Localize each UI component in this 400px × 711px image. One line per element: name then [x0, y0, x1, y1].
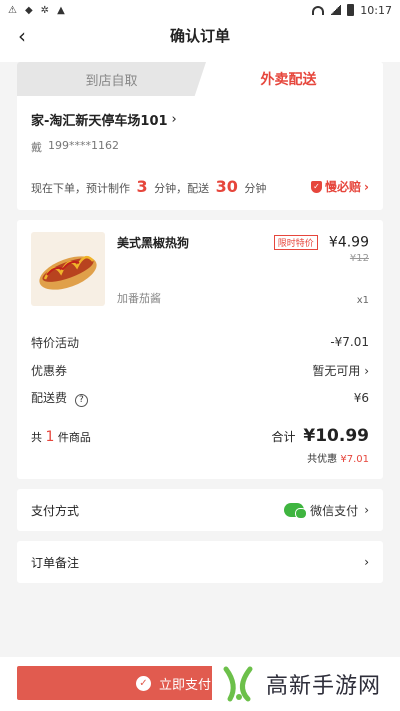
bottom-bar: ✓ 立即支付 高新手游网	[0, 657, 400, 711]
fee-row-coupon[interactable]: 优惠券 暂无可用 ›	[17, 356, 383, 384]
make-minutes: 3	[136, 177, 148, 196]
fee-value: ¥6	[353, 391, 369, 405]
signal-icon	[330, 5, 342, 15]
contact-phone: 199****1162	[48, 139, 119, 152]
contact-name: 戴	[31, 141, 42, 154]
chevron-right-icon: ›	[364, 179, 369, 194]
item-price: ¥4.99	[328, 234, 369, 251]
nav-bar: ‹ 确认订单	[0, 20, 400, 50]
fee-label: 优惠券	[31, 363, 68, 378]
back-arrow-icon[interactable]: ‹	[18, 24, 26, 48]
battery-icon	[347, 4, 355, 16]
order-item: 美式黑椒热狗 限时特价 ¥4.99 ¥12 加番茄酱 x1	[17, 220, 383, 318]
watermark-logo-icon	[223, 666, 253, 702]
chevron-right-icon: ›	[364, 555, 369, 569]
late-compensation-link[interactable]: ✓ 慢必赔 ›	[311, 178, 369, 195]
fee-value: -¥7.01	[330, 335, 369, 349]
settings-notification-icon: ✲	[40, 4, 50, 16]
late-label: 慢必赔	[325, 180, 362, 194]
wechat-pay-icon	[284, 503, 308, 519]
timing-unit-1: 分钟，配送	[154, 182, 210, 195]
delivery-timing: 现在下单，预计制作 3 分钟，配送 30 分钟 ✓ 慢必赔 ›	[17, 165, 383, 210]
note-label: 订单备注	[31, 555, 80, 570]
fee-row-discount: 特价活动 -¥7.01	[17, 328, 383, 356]
count-suffix: 件商品	[57, 431, 91, 444]
notification-icons: ⚠ ◆ ✲ ▲	[8, 5, 65, 16]
payment-method: 微信支付	[310, 503, 359, 518]
fee-label: 特价活动	[31, 335, 80, 350]
total-label: 合计	[271, 430, 296, 444]
delivery-mode-tabs: 到店自取 外卖配送	[17, 62, 383, 96]
delivery-card: 到店自取 外卖配送 家-淘汇新天停车场101 › 戴 199****1162 现…	[17, 62, 383, 210]
status-bar: ⚠ ◆ ✲ ▲ 10:17	[0, 0, 400, 20]
item-quantity: x1	[356, 295, 369, 306]
pay-label: 立即支付	[158, 677, 211, 693]
fee-row-delivery: 配送费 ? ¥6	[17, 384, 383, 412]
timing-prefix: 现在下单，预计制作	[31, 182, 130, 195]
item-old-price: ¥12	[349, 253, 369, 264]
app-notification-icon: ▲	[57, 4, 65, 16]
chevron-right-icon: ›	[364, 363, 369, 378]
address-line: 家-淘汇新天停车场101	[31, 114, 168, 129]
order-summary: 共 1 件商品 合计 ¥10.99 共优惠 ¥7.01	[17, 412, 383, 479]
address-section[interactable]: 家-淘汇新天停车场101 › 戴 199****1162	[17, 96, 383, 165]
item-option: 加番茄酱	[117, 292, 161, 305]
warning-icon: ⚠	[8, 4, 17, 16]
wifi-icon	[312, 5, 325, 15]
order-card: 美式黑椒热狗 限时特价 ¥4.99 ¥12 加番茄酱 x1 特价活动 -¥7.0…	[17, 220, 383, 479]
hotdog-image	[31, 232, 105, 306]
item-count: 1	[45, 429, 55, 445]
count-prefix: 共	[31, 431, 42, 444]
promo-badge: 限时特价	[273, 235, 318, 250]
watermark-text: 高新手游网	[266, 674, 382, 699]
shield-notification-icon: ◆	[24, 4, 33, 16]
saved-label: 共优惠	[307, 454, 338, 465]
watermark: 高新手游网	[212, 657, 400, 711]
total-amount: ¥10.99	[303, 426, 369, 446]
shield-check-icon: ✓	[311, 180, 323, 193]
tab-delivery[interactable]: 外卖配送	[194, 62, 383, 96]
check-icon: ✓	[135, 675, 151, 691]
payment-card[interactable]: 支付方式 微信支付 ›	[17, 489, 383, 531]
tab-pickup[interactable]: 到店自取	[17, 62, 206, 96]
status-time: 10:17	[360, 3, 392, 17]
chevron-right-icon: ›	[364, 503, 369, 517]
fee-label: 配送费	[31, 391, 68, 406]
note-card[interactable]: 订单备注 ›	[17, 541, 383, 583]
pay-now-button[interactable]: ✓ 立即支付	[17, 666, 217, 700]
question-icon[interactable]: ?	[74, 393, 88, 407]
payment-label: 支付方式	[31, 503, 80, 518]
item-price-block: 限时特价 ¥4.99 ¥12	[273, 232, 369, 264]
timing-unit-2: 分钟	[244, 182, 267, 195]
saved-amount: ¥7.01	[340, 454, 369, 465]
deliver-minutes: 30	[215, 177, 238, 196]
fee-value: 暂无可用	[312, 363, 361, 378]
chevron-right-icon: ›	[171, 112, 177, 127]
page-title: 确认订单	[169, 26, 230, 45]
